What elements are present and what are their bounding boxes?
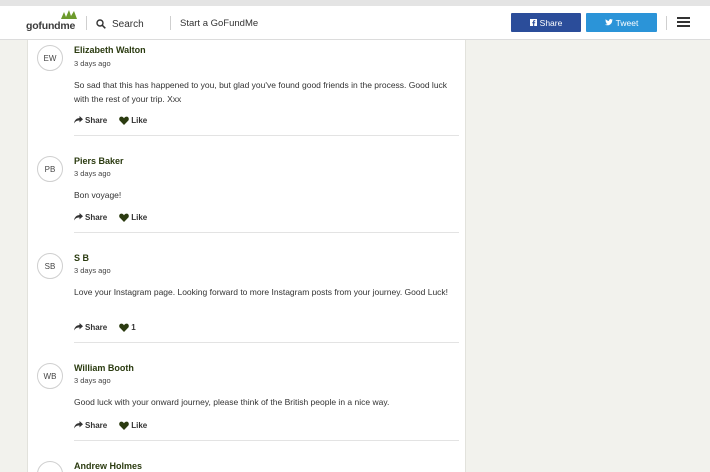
facebook-share-button[interactable]: Share (511, 13, 581, 32)
comment-actions: Share Like (74, 419, 159, 431)
heart-icon (119, 213, 130, 222)
comment-actions: Share Like (74, 114, 159, 126)
share-arrow-icon (74, 421, 83, 429)
logo-text: gofundme (26, 20, 76, 32)
avatar (37, 461, 63, 472)
facebook-icon (529, 18, 537, 28)
avatar: PB (37, 156, 63, 182)
avatar: SB (37, 253, 63, 279)
share-button[interactable]: Share (74, 421, 107, 430)
like-label: Like (131, 212, 148, 222)
heart-icon (119, 421, 130, 430)
avatar: WB (37, 363, 63, 389)
search-icon (96, 19, 106, 29)
comment-text: Love your Instagram page. Looking forwar… (74, 287, 449, 297)
comment-text: Good luck with your onward journey, plea… (74, 397, 390, 407)
hamburger-menu-icon[interactable] (677, 17, 690, 27)
share-label: Share (85, 420, 108, 430)
comment-divider (74, 440, 459, 441)
comment-date: 3 days ago (74, 59, 111, 68)
share-arrow-icon (74, 323, 83, 331)
gofundme-logo[interactable]: gofundme (26, 10, 78, 38)
share-button[interactable]: Share (74, 213, 107, 222)
share-label: Share (539, 17, 563, 28)
share-button[interactable]: Share (74, 323, 107, 332)
commenter-name: Elizabeth Walton (74, 45, 146, 55)
like-label: Like (131, 115, 148, 125)
heart-icon (119, 323, 130, 332)
search-button[interactable]: Search (96, 17, 144, 31)
commenter-name: William Booth (74, 363, 134, 373)
share-arrow-icon (74, 213, 83, 221)
share-arrow-icon (74, 116, 83, 124)
avatar: EW (37, 45, 63, 71)
comment-divider (74, 135, 459, 136)
commenter-name: Andrew Holmes (74, 461, 143, 471)
tweet-label: Tweet (615, 17, 639, 28)
comment-divider (74, 342, 459, 343)
comment-date: 3 days ago (74, 169, 111, 178)
twitter-icon (604, 18, 613, 28)
like-button[interactable]: 1 (119, 322, 136, 332)
like-count: 1 (131, 322, 136, 332)
share-button[interactable]: Share (74, 116, 107, 125)
comment-text: So sad that this has happened to you, bu… (74, 80, 448, 104)
divider (170, 16, 171, 30)
heart-icon (119, 116, 130, 125)
leaf-icon (61, 10, 77, 19)
comments-list: EW Elizabeth Walton 3 days ago So sad th… (27, 40, 466, 472)
divider (666, 16, 667, 30)
comment-date: 3 days ago (74, 376, 111, 385)
start-a-gofundme-link[interactable]: Start a GoFundMe (180, 18, 258, 29)
search-label: Search (112, 18, 144, 30)
share-label: Share (85, 212, 108, 222)
top-navigation-bar: gofundme Search Start a GoFundMe Share T… (0, 0, 710, 40)
twitter-tweet-button[interactable]: Tweet (586, 13, 657, 32)
comment-actions: Share Like (74, 211, 159, 223)
commenter-name: S B (74, 253, 90, 263)
comment-date: 3 days ago (74, 266, 111, 275)
share-label: Share (85, 115, 108, 125)
like-button[interactable]: Like (119, 421, 147, 430)
commenter-name: Piers Baker (74, 156, 124, 166)
divider (86, 16, 87, 30)
like-label: Like (131, 420, 148, 430)
comment-actions: Share 1 (74, 321, 148, 333)
share-label: Share (85, 322, 108, 332)
like-button[interactable]: Like (119, 116, 147, 125)
comment-divider (74, 232, 459, 233)
comment-text: Bon voyage! (74, 190, 122, 200)
like-button[interactable]: Like (119, 213, 147, 222)
